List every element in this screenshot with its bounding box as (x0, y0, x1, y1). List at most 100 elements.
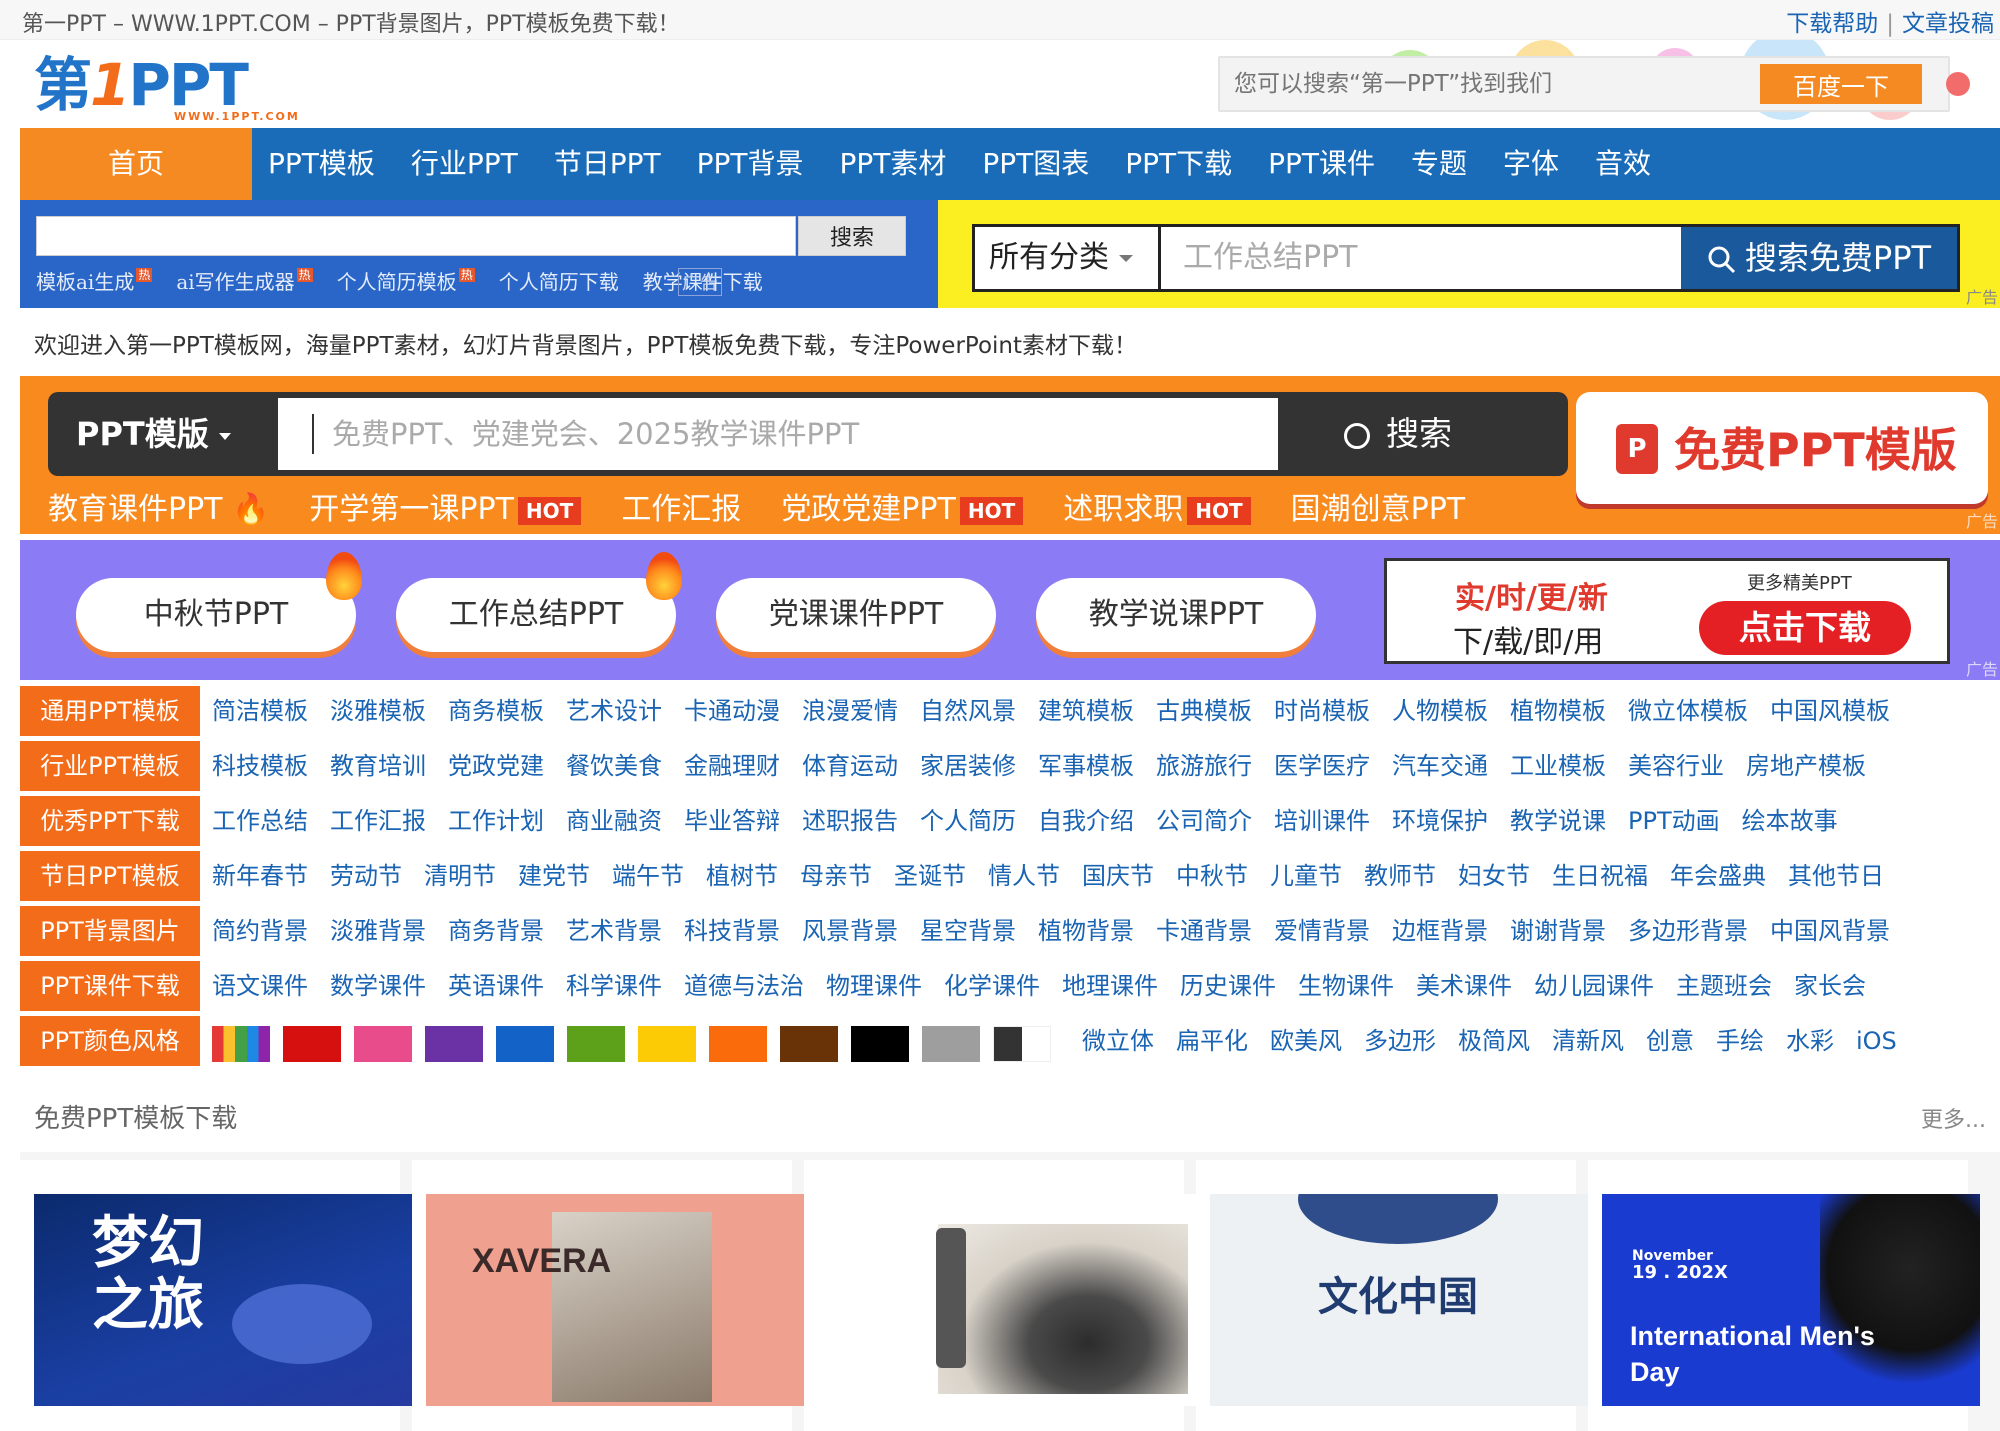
style-link[interactable]: 欧美风 (1270, 1016, 1342, 1066)
nav-item-holiday-ppt[interactable]: 节日PPT (554, 128, 661, 200)
category-link[interactable]: 时尚模板 (1274, 686, 1370, 736)
category-link[interactable]: 科学课件 (566, 961, 662, 1011)
category-link[interactable]: 家长会 (1794, 961, 1866, 1011)
nav-item-ppt-download[interactable]: PPT下载 (1125, 128, 1232, 200)
category-label[interactable]: PPT颜色风格 (20, 1016, 200, 1066)
category-link[interactable]: 端午节 (612, 851, 684, 901)
color-swatch[interactable] (638, 1026, 696, 1062)
color-swatch[interactable] (922, 1026, 980, 1062)
baidu-search-input[interactable] (1228, 64, 1784, 104)
style-link[interactable]: 微立体 (1082, 1016, 1154, 1066)
category-link[interactable]: 工作总结 (212, 796, 308, 846)
hot-tag[interactable]: 述职求职 HOT (1063, 484, 1251, 528)
category-link[interactable]: 旅游旅行 (1156, 741, 1252, 791)
category-link[interactable]: 国庆节 (1082, 851, 1154, 901)
category-link[interactable]: 科技背景 (684, 906, 780, 956)
more-link[interactable]: 更多... (1921, 1102, 1986, 1134)
category-link[interactable]: PPT动画 (1628, 796, 1720, 846)
category-link[interactable]: 毕业答辩 (684, 796, 780, 846)
style-link[interactable]: 手绘 (1716, 1016, 1764, 1066)
category-link[interactable]: 星空背景 (920, 906, 1016, 956)
color-swatch[interactable] (496, 1026, 554, 1062)
category-link[interactable]: 教育培训 (330, 741, 426, 791)
category-link[interactable]: 绘本故事 (1742, 796, 1838, 846)
color-swatch[interactable] (283, 1026, 341, 1062)
color-swatch-black-white[interactable] (993, 1026, 1051, 1062)
hot-link[interactable]: 个人简历下载 (499, 266, 619, 295)
category-link[interactable]: 语文课件 (212, 961, 308, 1011)
category-link[interactable]: 数学课件 (330, 961, 426, 1011)
category-link[interactable]: 军事模板 (1038, 741, 1134, 791)
category-link[interactable]: 幼儿园课件 (1534, 961, 1654, 1011)
category-link[interactable]: 教学说课 (1510, 796, 1606, 846)
category-link[interactable]: 淡雅背景 (330, 906, 426, 956)
click-download-button[interactable]: 点击下载 (1699, 601, 1911, 655)
category-link[interactable]: 卡通背景 (1156, 906, 1252, 956)
hot-tag[interactable]: 教育课件PPT 🔥 (48, 484, 269, 528)
hot-tag[interactable]: 党政党建PPT HOT (781, 484, 1024, 528)
category-link[interactable]: 个人简历 (920, 796, 1016, 846)
style-link[interactable]: iOS (1856, 1016, 1897, 1066)
category-link[interactable]: 地理课件 (1062, 961, 1158, 1011)
baidu-search-button[interactable]: 百度一下 (1760, 64, 1922, 104)
nav-item-ppt-courseware[interactable]: PPT课件 (1268, 128, 1375, 200)
style-link[interactable]: 水彩 (1786, 1016, 1834, 1066)
category-link[interactable]: 浪漫爱情 (802, 686, 898, 736)
nav-item-industry-ppt[interactable]: 行业PPT (411, 128, 518, 200)
category-link[interactable]: 中国风模板 (1770, 686, 1890, 736)
category-link[interactable]: 其他节日 (1788, 851, 1884, 901)
category-link[interactable]: 培训课件 (1274, 796, 1370, 846)
template-card[interactable]: November 19 . 202X International Men's D… (1588, 1160, 1980, 1431)
category-link[interactable]: 植物背景 (1038, 906, 1134, 956)
category-link[interactable]: 工作计划 (448, 796, 544, 846)
category-link[interactable]: 劳动节 (330, 851, 402, 901)
ad-search-input[interactable] (36, 216, 796, 256)
category-link[interactable]: 情人节 (988, 851, 1060, 901)
category-label[interactable]: 行业PPT模板 (20, 741, 200, 791)
style-link[interactable]: 创意 (1646, 1016, 1694, 1066)
hot-link[interactable]: 模板ai生成热 (36, 266, 153, 295)
category-link[interactable]: 物理课件 (826, 961, 922, 1011)
category-label[interactable]: PPT背景图片 (20, 906, 200, 956)
category-link[interactable]: 古典模板 (1156, 686, 1252, 736)
pill-work-summary[interactable]: 工作总结PPT (396, 552, 682, 652)
category-label[interactable]: 通用PPT模板 (20, 686, 200, 736)
template-card[interactable] (804, 1160, 1196, 1431)
style-link[interactable]: 清新风 (1552, 1016, 1624, 1066)
category-link[interactable]: 自我介绍 (1038, 796, 1134, 846)
color-swatch-rainbow[interactable] (212, 1026, 270, 1062)
template-card[interactable]: XAVERA (412, 1160, 804, 1431)
ppt-search-input[interactable]: 免费PPT、党建党会、2025教学课件PPT (278, 398, 1278, 470)
ppt-type-select[interactable]: PPT模版 (76, 392, 231, 476)
category-link[interactable]: 工作汇报 (330, 796, 426, 846)
category-link[interactable]: 英语课件 (448, 961, 544, 1011)
category-link[interactable]: 中秋节 (1176, 851, 1248, 901)
color-swatch[interactable] (567, 1026, 625, 1062)
category-link[interactable]: 艺术设计 (566, 686, 662, 736)
template-thumbnail[interactable]: 梦幻之旅 (34, 1194, 412, 1406)
category-link[interactable]: 主题班会 (1676, 961, 1772, 1011)
color-swatch[interactable] (709, 1026, 767, 1062)
category-link[interactable]: 环境保护 (1392, 796, 1488, 846)
nav-item-fonts[interactable]: 字体 (1503, 128, 1559, 200)
category-link[interactable]: 微立体模板 (1628, 686, 1748, 736)
template-thumbnail[interactable]: XAVERA (426, 1194, 804, 1406)
category-link[interactable]: 自然风景 (920, 686, 1016, 736)
style-link[interactable]: 扁平化 (1176, 1016, 1248, 1066)
category-link[interactable]: 谢谢背景 (1510, 906, 1606, 956)
ad-search-button[interactable]: 搜索 (798, 216, 906, 256)
category-link[interactable]: 母亲节 (800, 851, 872, 901)
category-link[interactable]: 历史课件 (1180, 961, 1276, 1011)
category-link[interactable]: 植物模板 (1510, 686, 1606, 736)
category-link[interactable]: 建筑模板 (1038, 686, 1134, 736)
category-link[interactable]: 科技模板 (212, 741, 308, 791)
hot-link[interactable]: 个人简历模板热 (337, 266, 475, 295)
category-link[interactable]: 体育运动 (802, 741, 898, 791)
color-swatch[interactable] (851, 1026, 909, 1062)
download-promo[interactable]: 实/时/更/新 下/载/即/用 更多精美PPT 点击下载 (1384, 558, 1950, 664)
nav-item-ppt-materials[interactable]: PPT素材 (840, 128, 947, 200)
ppt-search-button[interactable]: 搜索 (1344, 392, 1452, 476)
category-link[interactable]: 商业融资 (566, 796, 662, 846)
site-logo[interactable]: 第1PPT WWW.1PPT.COM (34, 50, 334, 126)
template-card[interactable]: 梦幻之旅 (20, 1160, 412, 1431)
